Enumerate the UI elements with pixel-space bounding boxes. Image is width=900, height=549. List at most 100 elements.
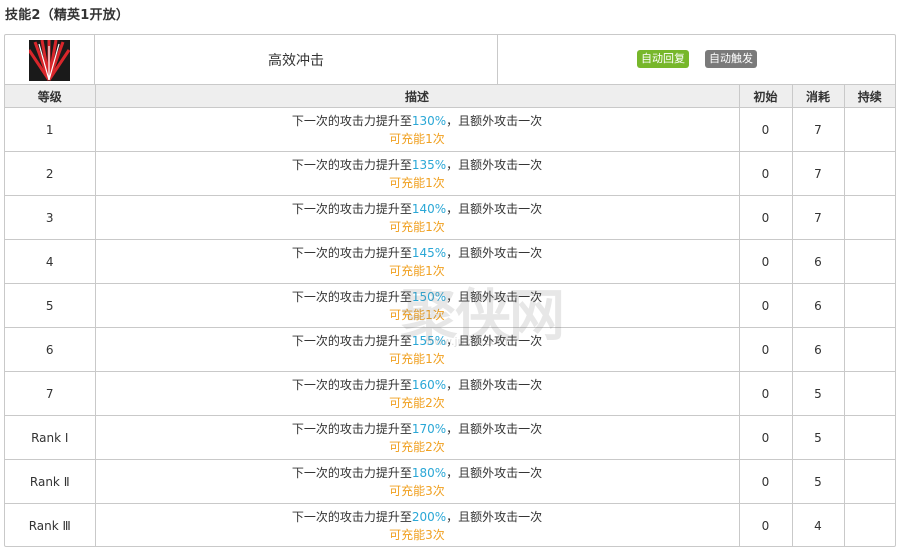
table-header-row: 等级 描述 初始 消耗 持续 — [5, 85, 895, 108]
charge-count: 可充能1次 — [389, 131, 445, 146]
skill-burst-icon — [29, 40, 70, 81]
description-suffix: ，且额外攻击一次 — [446, 377, 543, 392]
description-line: 下一次的攻击力提升至150%，且额外攻击一次 — [96, 288, 739, 306]
description-line: 下一次的攻击力提升至155%，且额外攻击一次 — [96, 332, 739, 350]
initial-cell: 0 — [739, 107, 793, 152]
attack-value: 135% — [411, 157, 447, 172]
description-prefix: 下一次的攻击力提升至 — [291, 289, 412, 304]
duration-cell — [844, 415, 895, 460]
table-row: 2 下一次的攻击力提升至135%，且额外攻击一次 可充能1次 0 7 — [5, 151, 895, 196]
initial-cell: 0 — [739, 327, 793, 372]
description-prefix: 下一次的攻击力提升至 — [291, 245, 412, 260]
badge-auto-recovery: 自动回复 — [637, 50, 689, 68]
initial-cell: 0 — [739, 151, 793, 196]
attack-value: 155% — [411, 333, 447, 348]
description-cell: 下一次的攻击力提升至170%，且额外攻击一次 可充能2次 — [95, 415, 740, 460]
duration-cell — [844, 107, 895, 152]
description-suffix: ，且额外攻击一次 — [446, 333, 543, 348]
duration-cell — [844, 504, 895, 548]
duration-cell — [844, 327, 895, 372]
duration-cell — [844, 239, 895, 284]
description-prefix: 下一次的攻击力提升至 — [291, 201, 412, 216]
level-cell: 1 — [5, 107, 96, 152]
level-cell: Rank Ⅲ — [5, 503, 96, 547]
skill-icon-cell — [5, 35, 95, 84]
level-cell: 2 — [5, 151, 96, 196]
level-cell: Rank Ⅰ — [5, 415, 96, 460]
attack-value: 150% — [411, 289, 447, 304]
level-cell: 6 — [5, 327, 96, 372]
attack-value: 170% — [411, 421, 447, 436]
header-duration: 持续 — [844, 85, 895, 108]
duration-cell — [844, 371, 895, 416]
description-line: 下一次的攻击力提升至200%，且额外攻击一次 — [96, 508, 739, 526]
initial-cell: 0 — [739, 415, 793, 460]
charge-count: 可充能1次 — [389, 219, 445, 234]
description-cell: 下一次的攻击力提升至150%，且额外攻击一次 可充能1次 — [95, 283, 740, 328]
charge-count: 可充能1次 — [389, 307, 445, 322]
cost-cell: 7 — [792, 151, 845, 196]
level-cell: Rank Ⅱ — [5, 459, 96, 504]
cost-cell: 6 — [792, 239, 845, 284]
description-cell: 下一次的攻击力提升至135%，且额外攻击一次 可充能1次 — [95, 151, 740, 196]
initial-cell: 0 — [739, 503, 793, 547]
duration-cell — [844, 459, 895, 504]
table-row: Rank Ⅰ 下一次的攻击力提升至170%，且额外攻击一次 可充能2次 0 5 — [5, 415, 895, 460]
description-suffix: ，且额外攻击一次 — [446, 201, 543, 216]
description-suffix: ，且额外攻击一次 — [446, 245, 543, 260]
attack-value: 130% — [411, 113, 447, 128]
attack-value: 145% — [411, 245, 447, 260]
description-cell: 下一次的攻击力提升至180%，且额外攻击一次 可充能3次 — [95, 459, 740, 504]
header-description: 描述 — [95, 85, 740, 108]
header-initial: 初始 — [739, 85, 793, 108]
cost-cell: 7 — [792, 195, 845, 240]
table-row: 7 下一次的攻击力提升至160%，且额外攻击一次 可充能2次 0 5 — [5, 371, 895, 416]
skill-header: 高效冲击 自动回复 自动触发 — [5, 35, 895, 85]
initial-cell: 0 — [739, 283, 793, 328]
header-cost: 消耗 — [792, 85, 845, 108]
level-cell: 7 — [5, 371, 96, 416]
cost-cell: 5 — [792, 371, 845, 416]
duration-cell — [844, 283, 895, 328]
description-line: 下一次的攻击力提升至130%，且额外攻击一次 — [96, 112, 739, 130]
initial-cell: 0 — [739, 459, 793, 504]
cost-cell: 6 — [792, 283, 845, 328]
description-prefix: 下一次的攻击力提升至 — [291, 157, 412, 172]
description-line: 下一次的攻击力提升至145%，且额外攻击一次 — [96, 244, 739, 262]
description-line: 下一次的攻击力提升至140%，且额外攻击一次 — [96, 200, 739, 218]
description-suffix: ，且额外攻击一次 — [446, 157, 543, 172]
charge-count: 可充能1次 — [389, 351, 445, 366]
header-level: 等级 — [5, 85, 96, 108]
description-cell: 下一次的攻击力提升至200%，且额外攻击一次 可充能3次 — [95, 503, 740, 547]
level-cell: 5 — [5, 283, 96, 328]
table-row: 1 下一次的攻击力提升至130%，且额外攻击一次 可充能1次 0 7 — [5, 107, 895, 152]
cost-cell: 4 — [792, 503, 845, 547]
description-line: 下一次的攻击力提升至160%，且额外攻击一次 — [96, 376, 739, 394]
attack-value: 160% — [411, 377, 447, 392]
charge-count: 可充能1次 — [389, 175, 445, 190]
initial-cell: 0 — [739, 239, 793, 284]
description-prefix: 下一次的攻击力提升至 — [291, 465, 412, 480]
description-cell: 下一次的攻击力提升至130%，且额外攻击一次 可充能1次 — [95, 107, 740, 152]
cost-cell: 5 — [792, 459, 845, 504]
description-prefix: 下一次的攻击力提升至 — [291, 421, 412, 436]
skill-level-table: 等级 描述 初始 消耗 持续 1 下一次的攻击力提升至130%，且额外攻击一次 可充… — [5, 85, 895, 547]
description-suffix: ，且额外攻击一次 — [446, 421, 543, 436]
table-row: 3 下一次的攻击力提升至140%，且额外攻击一次 可充能1次 0 7 — [5, 195, 895, 240]
description-prefix: 下一次的攻击力提升至 — [291, 333, 412, 348]
skill-name: 高效冲击 — [95, 35, 498, 84]
description-line: 下一次的攻击力提升至180%，且额外攻击一次 — [96, 464, 739, 482]
attack-value: 180% — [411, 465, 447, 480]
charge-count: 可充能2次 — [389, 395, 445, 410]
initial-cell: 0 — [739, 371, 793, 416]
description-suffix: ，且额外攻击一次 — [446, 465, 543, 480]
cost-cell: 5 — [792, 415, 845, 460]
charge-count: 可充能1次 — [389, 263, 445, 278]
charge-count: 可充能3次 — [389, 527, 445, 542]
description-suffix: ，且额外攻击一次 — [446, 113, 543, 128]
duration-cell — [844, 151, 895, 196]
description-cell: 下一次的攻击力提升至140%，且额外攻击一次 可充能1次 — [95, 195, 740, 240]
attack-value: 200% — [411, 509, 447, 524]
description-prefix: 下一次的攻击力提升至 — [291, 509, 412, 524]
level-cell: 4 — [5, 239, 96, 284]
